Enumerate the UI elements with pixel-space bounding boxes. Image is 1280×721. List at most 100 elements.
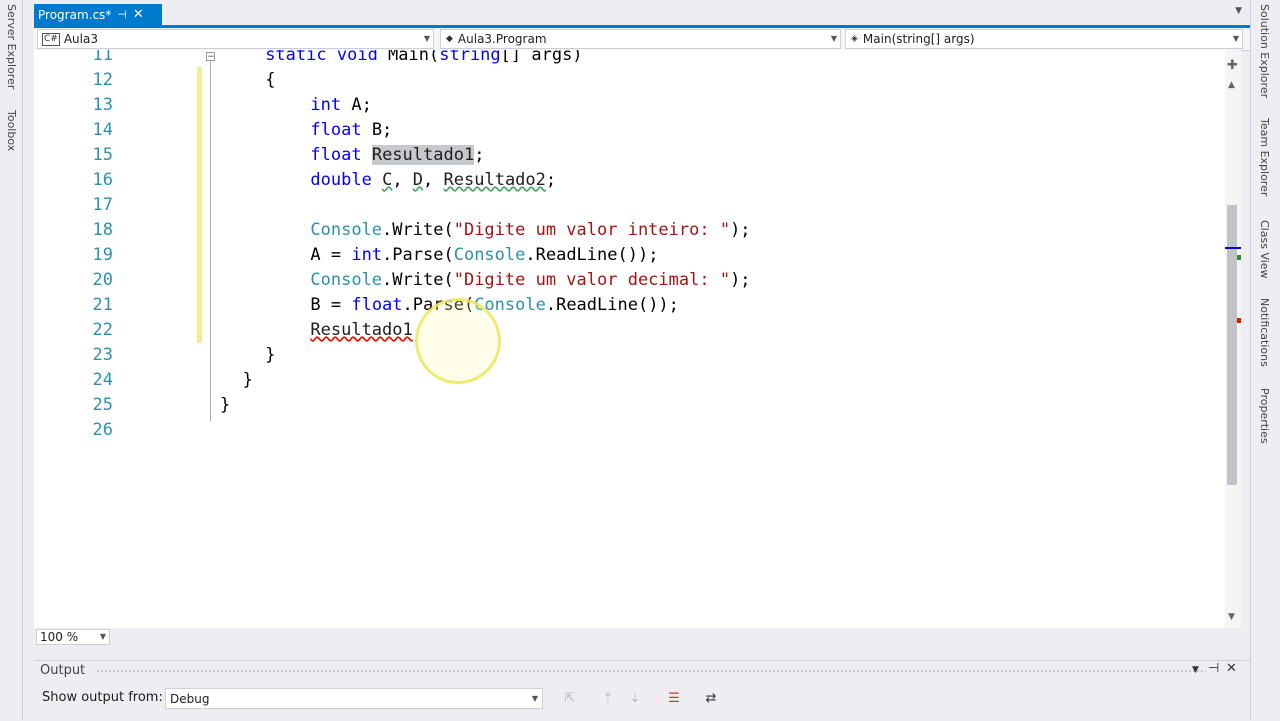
- output-source-dropdown[interactable]: Debug ▼: [165, 688, 543, 709]
- properties-tab[interactable]: Properties: [1258, 388, 1271, 444]
- notifications-tab[interactable]: Notifications: [1258, 298, 1271, 367]
- class-dropdown[interactable]: ◆ Aula3.Program ▼: [440, 29, 841, 49]
- line-number: 25: [92, 395, 113, 415]
- code-token: float: [310, 120, 362, 140]
- code-token: .ReadLine());: [545, 295, 679, 315]
- member-dropdown[interactable]: ◈ Main(string[] args) ▼: [845, 29, 1243, 49]
- find-message-icon[interactable]: ⇱: [560, 689, 580, 709]
- show-output-from-label: Show output from:: [42, 690, 163, 705]
- line-number: 26: [92, 420, 113, 440]
- code-line[interactable]: B = float.Parse(Console.ReadLine());: [310, 293, 679, 318]
- line-number: 18: [92, 220, 113, 240]
- line-number: 24: [92, 370, 113, 390]
- navigation-bar: C# Aula3 ▼ ◆ Aula3.Program ▼ ◈ Main(stri…: [34, 29, 1250, 51]
- close-icon[interactable]: ✕: [133, 7, 144, 22]
- code-line[interactable]: }: [220, 393, 230, 418]
- code-token: .ReadLine());: [525, 245, 659, 265]
- chevron-down-icon: ▼: [99, 632, 106, 641]
- code-token: Resultado1: [310, 320, 413, 340]
- code-token: );: [730, 220, 751, 240]
- class-view-tab[interactable]: Class View: [1258, 220, 1271, 279]
- caret-position-marker: [1225, 247, 1241, 249]
- code-token: );: [730, 270, 751, 290]
- project-dropdown[interactable]: C# Aula3 ▼: [37, 29, 434, 49]
- method-icon: ◈: [851, 33, 858, 44]
- code-line[interactable]: A = int.Parse(Console.ReadLine());: [310, 243, 658, 268]
- code-line[interactable]: double C, D, Resultado2;: [310, 168, 556, 193]
- tab-program-cs[interactable]: Program.cs* ⊣ ✕: [34, 4, 162, 25]
- tab-overflow-icon[interactable]: ▼: [1235, 6, 1242, 16]
- code-token: B;: [361, 120, 393, 140]
- code-token: A;: [341, 95, 372, 115]
- code-token: A =: [310, 245, 352, 265]
- cursor-highlight: [415, 298, 501, 384]
- code-token: }: [242, 370, 253, 390]
- code-token: C: [382, 170, 393, 190]
- code-token: {: [265, 70, 276, 90]
- previous-message-icon[interactable]: ⇡: [598, 689, 618, 709]
- code-line[interactable]: }: [243, 368, 253, 393]
- word-wrap-icon[interactable]: ⇄: [701, 689, 721, 709]
- project-name: Aula3: [63, 32, 98, 46]
- class-icon: ◆: [446, 33, 453, 44]
- change-marker: [1237, 255, 1241, 260]
- code-token: ,: [423, 170, 444, 190]
- chevron-down-icon: ▼: [423, 34, 430, 43]
- panel-menu-icon[interactable]: ▼: [1192, 665, 1199, 675]
- code-token: float: [310, 145, 362, 165]
- pin-icon[interactable]: ⊣: [1208, 661, 1219, 676]
- vertical-scrollbar[interactable]: ✚ ▲ ▼: [1225, 50, 1241, 628]
- code-token: Resultado2: [443, 170, 546, 190]
- code-line[interactable]: Console.Write("Digite um valor inteiro: …: [310, 218, 750, 243]
- chevron-down-icon: ▼: [830, 34, 837, 43]
- code-line[interactable]: {: [265, 68, 275, 93]
- panel-grip[interactable]: [96, 669, 1206, 674]
- right-tool-strip: Solution Explorer Team Explorer Class Vi…: [1250, 0, 1280, 720]
- code-token: double: [310, 170, 372, 190]
- code-token: float: [351, 295, 403, 315]
- code-token: D: [412, 170, 424, 190]
- csharp-project-icon: C#: [42, 32, 60, 46]
- code-token: ;: [545, 170, 557, 190]
- scroll-down-icon[interactable]: ▼: [1228, 612, 1235, 622]
- code-token: Main(: [377, 50, 440, 65]
- toolbox-tab[interactable]: Toolbox: [5, 110, 18, 151]
- code-line[interactable]: Resultado1: [310, 318, 423, 343]
- change-tracking-bar: [197, 67, 202, 343]
- line-number: 11: [92, 50, 113, 65]
- code-token: int: [351, 245, 383, 265]
- code-token: ;: [474, 145, 485, 165]
- collapse-toggle[interactable]: −: [206, 52, 215, 62]
- code-line[interactable]: static void Main(string[] args): [265, 50, 582, 68]
- code-token: }: [220, 395, 231, 415]
- output-title: Output: [40, 663, 86, 678]
- code-line[interactable]: }: [265, 343, 275, 368]
- code-token: }: [265, 345, 276, 365]
- scroll-up-icon[interactable]: ▲: [1228, 80, 1235, 90]
- clear-all-icon[interactable]: ☰: [664, 689, 684, 709]
- close-icon[interactable]: ✕: [1226, 661, 1237, 676]
- code-token: "Digite um valor decimal: ": [453, 270, 731, 290]
- code-editor[interactable]: − static void Main(string[] args) { int A;…: [57, 50, 1225, 628]
- team-explorer-tab[interactable]: Team Explorer: [1258, 118, 1271, 196]
- document-tab-row: Program.cs* ⊣ ✕ ▼: [34, 0, 1250, 29]
- server-explorer-tab[interactable]: Server Explorer: [5, 4, 18, 89]
- next-message-icon[interactable]: ⇣: [625, 689, 645, 709]
- code-token: B =: [310, 295, 352, 315]
- split-icon[interactable]: ✚: [1227, 58, 1238, 73]
- code-line[interactable]: float B;: [310, 118, 392, 143]
- tab-accent-bar: [34, 25, 1250, 28]
- code-line[interactable]: int A;: [310, 93, 371, 118]
- pin-icon[interactable]: ⊣: [117, 8, 127, 21]
- code-line[interactable]: Console.Write("Digite um valor decimal: …: [310, 268, 750, 293]
- zoom-level: 100 %: [40, 630, 79, 644]
- code-token: Resultado1: [371, 145, 475, 165]
- chevron-down-icon: ▼: [531, 694, 538, 703]
- code-token: [] args): [500, 50, 583, 65]
- zoom-dropdown[interactable]: 100 % ▼: [36, 629, 110, 645]
- solution-explorer-tab[interactable]: Solution Explorer: [1258, 4, 1271, 98]
- code-line[interactable]: float Resultado1;: [310, 143, 484, 168]
